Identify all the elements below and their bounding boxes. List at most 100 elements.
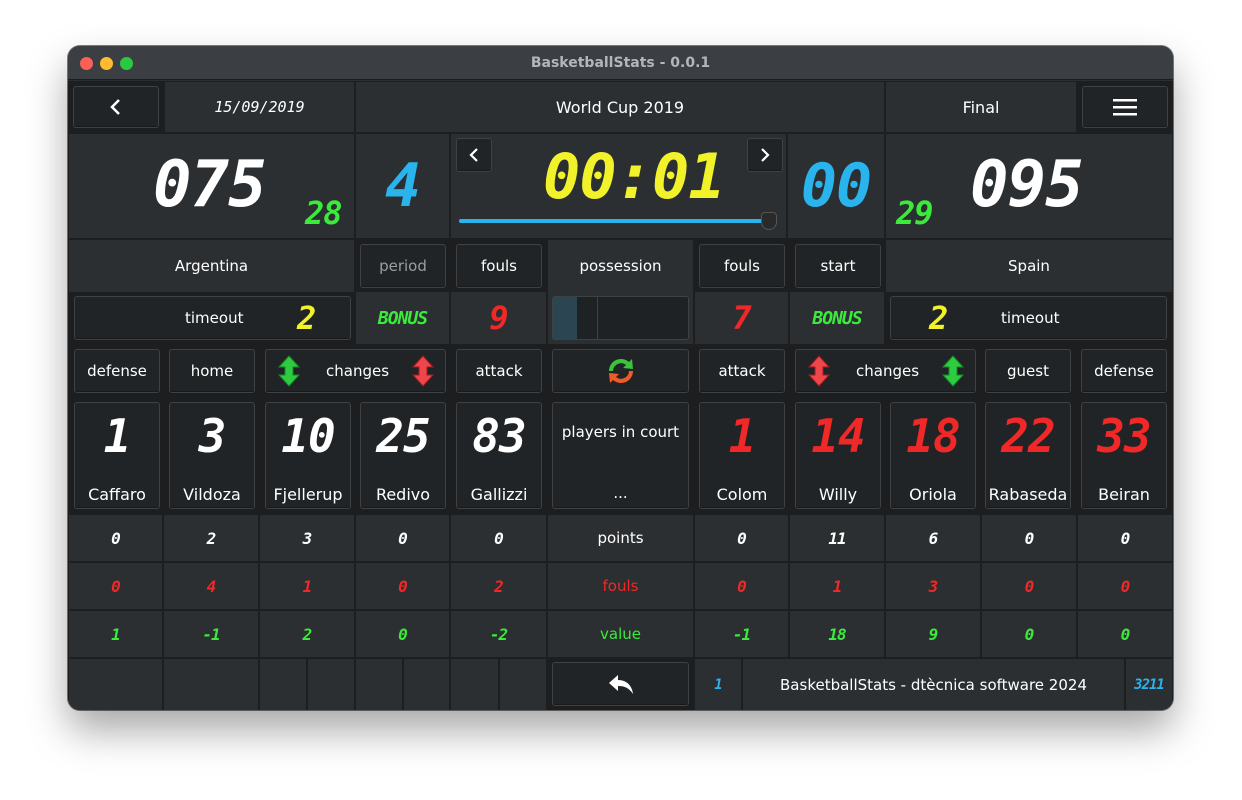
player-number: 1 [728,409,757,463]
home-player-card[interactable]: 25 Redivo [360,402,446,509]
game-clock: 00:01 [543,140,726,213]
player-number: 25 [376,409,430,463]
clock-prev-button[interactable] [456,138,492,172]
guest-player-card[interactable]: 1 Colom [699,402,785,509]
match-phase: Final [886,82,1076,132]
home-changes-label: changes [326,362,390,380]
period-button[interactable]: period [360,244,446,288]
home-player-points: 2 [164,515,258,561]
bench-slot[interactable] [404,659,449,710]
player-name: Redivo [375,485,431,504]
event-name: World Cup 2019 [356,82,884,132]
value-row-label: value [548,611,693,657]
home-changes-button[interactable]: changes [265,349,446,393]
clock-slider[interactable] [459,212,777,230]
guest-timeout-label: timeout [1001,309,1060,327]
guest-timeout-button[interactable]: 2 timeout [890,296,1167,340]
guest-player-points: 6 [886,515,980,561]
points-row-label: points [548,515,693,561]
bench-slot[interactable] [260,659,306,710]
guest-score-panel: 29 095 [886,134,1172,238]
guest-player-fouls: 0 [1078,563,1172,609]
app-window: BasketballStats - 0.0.1 15/09/2019 World… [68,46,1173,710]
home-player-card[interactable]: 10 Fjellerup [265,402,351,509]
home-attack-button[interactable]: attack [456,349,542,393]
guest-player-card[interactable]: 33 Beiran [1081,402,1167,509]
home-button[interactable]: home [169,349,255,393]
home-player-fouls: 0 [356,563,449,609]
home-defense-button[interactable]: defense [74,349,160,393]
players-in-court-label: players in court [561,423,680,441]
back-button[interactable] [73,86,159,128]
footer-right-count: 3211 [1126,659,1172,710]
player-name: Beiran [1098,485,1150,504]
home-player-card[interactable]: 3 Vildoza [169,402,255,509]
guest-player-fouls: 0 [695,563,788,609]
hamburger-menu-icon [1113,99,1137,116]
menu-button[interactable] [1082,86,1168,128]
bench-slot[interactable] [69,659,162,710]
player-name: Rabaseda [988,485,1068,504]
player-name: Gallizzi [470,485,528,504]
bench-slot[interactable] [164,659,258,710]
home-team-name: Argentina [69,240,354,292]
home-fouls-button[interactable]: fouls [456,244,542,288]
possession-bar[interactable] [552,296,689,340]
guest-fouls-button[interactable]: fouls [699,244,785,288]
guest-player-value: 9 [886,611,980,657]
arrow-up-down-green-icon [278,355,300,387]
players-in-court-button[interactable]: players in court ... [552,402,689,509]
home-player-value: 0 [356,611,449,657]
guest-bonus-indicator: BONUS [790,292,884,344]
home-player-points: 0 [356,515,449,561]
clock-next-button[interactable] [747,138,783,172]
possession-indicator [548,292,693,344]
player-name: Colom [716,485,768,504]
home-timeout-button[interactable]: timeout 2 [74,296,351,340]
guest-player-card[interactable]: 22 Rabaseda [985,402,1071,509]
player-number: 1 [103,409,132,463]
period-value: 4 [384,151,421,221]
home-timeouts-count: 2 [297,299,316,337]
guest-period-value: 00 [800,151,872,221]
guest-changes-button[interactable]: changes [795,349,976,393]
undo-button[interactable] [552,662,689,706]
bench-slot[interactable] [308,659,354,710]
arrow-up-down-red-icon [808,355,830,387]
guest-player-points: 0 [1078,515,1172,561]
home-player-points: 0 [451,515,546,561]
guest-period-display: 00 [788,134,884,238]
guest-button[interactable]: guest [985,349,1071,393]
home-score-panel: 075 28 [69,134,354,238]
guest-player-card[interactable]: 18 Oriola [890,402,976,509]
bench-slot[interactable] [356,659,402,710]
player-name: Oriola [909,485,957,504]
home-score: 075 [153,148,267,222]
match-date: 15/09/2019 [165,82,354,132]
clock-panel: 00:01 [451,134,786,238]
player-number: 14 [811,409,865,463]
home-player-points: 3 [260,515,354,561]
guest-player-card[interactable]: 14 Willy [795,402,881,509]
guest-attack-button[interactable]: attack [699,349,785,393]
guest-sub-value: 29 [896,194,934,232]
player-number: 33 [1097,409,1151,463]
home-player-card[interactable]: 1 Caffaro [74,402,160,509]
players-in-court-more: ... [613,484,628,502]
home-player-card[interactable]: 83 Gallizzi [456,402,542,509]
guest-player-fouls: 0 [982,563,1076,609]
player-number: 18 [906,409,960,463]
guest-score: 095 [970,148,1084,222]
bench-slot[interactable] [451,659,498,710]
guest-defense-button[interactable]: defense [1081,349,1167,393]
guest-player-value: 0 [982,611,1076,657]
guest-team-fouls: 7 [695,292,788,344]
player-number: 83 [472,409,526,463]
home-player-fouls: 4 [164,563,258,609]
bench-slot[interactable] [500,659,546,710]
swap-possession-icon [608,358,633,384]
arrow-up-down-red-icon [412,355,434,387]
swap-possession-button[interactable] [552,349,689,393]
start-button[interactable]: start [795,244,881,288]
clock-slider-handle[interactable] [761,212,777,230]
